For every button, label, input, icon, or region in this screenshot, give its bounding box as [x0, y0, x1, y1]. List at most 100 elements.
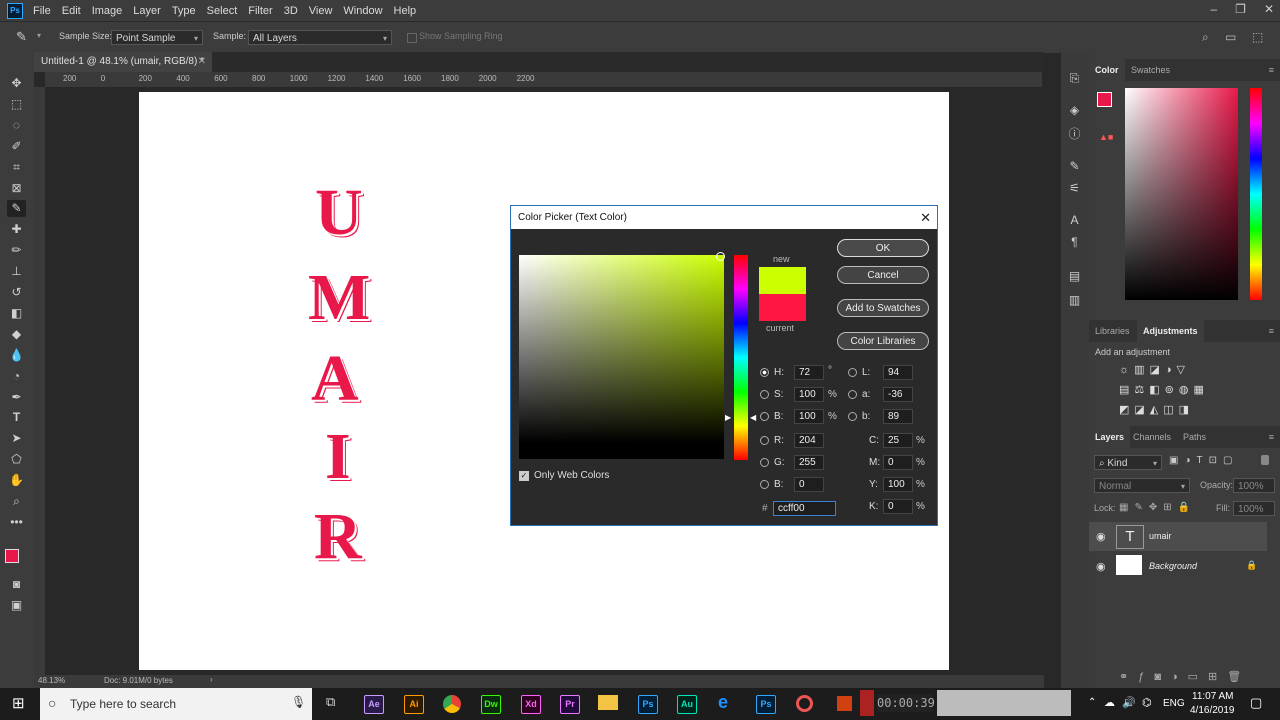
eye-icon[interactable]: ◉ [1096, 530, 1106, 543]
color-field[interactable] [519, 255, 724, 459]
blue-field[interactable]: 0 [794, 477, 824, 492]
document-tab[interactable]: Untitled-1 @ 48.1% (umair, RGB/8) * ✕ [34, 52, 212, 72]
brightness-field[interactable]: 100 [794, 409, 824, 424]
volume-icon[interactable]: 🔊 [1122, 696, 1136, 709]
taskbar-time[interactable]: 11:07 AM [1192, 691, 1234, 702]
show-ring-checkbox[interactable] [407, 33, 417, 43]
pause-record-icon[interactable] [860, 690, 874, 716]
hue-slider[interactable] [1250, 88, 1262, 300]
layer-actions-bar[interactable]: ⚭ƒ◙◑▭⊞🗑 [1119, 670, 1251, 683]
adjustment-icons[interactable]: ☼▥◪◑▽ ▤⚖◧⊚◍▦ ◩◪◭◫◨ [1119, 360, 1249, 420]
tool-presets-icon[interactable]: ⚟ [1065, 180, 1084, 197]
menu-layer[interactable]: Layer [133, 5, 161, 17]
file-explorer-icon[interactable] [598, 695, 618, 710]
sample-size-select[interactable]: Point Sample ▾ [111, 30, 203, 45]
tab-layers[interactable]: Layers [1089, 426, 1131, 448]
menu-view[interactable]: View [309, 5, 333, 17]
b-channel-row[interactable]: b: [848, 409, 870, 425]
a-channel-radio[interactable] [848, 389, 857, 399]
brightness-radio[interactable] [760, 411, 769, 421]
saturation-field[interactable]: 100 [794, 387, 824, 402]
clone-stamp-icon[interactable]: ⊥ [7, 263, 26, 280]
chevron-down-icon[interactable]: ▾ [37, 31, 41, 40]
taskbar-date[interactable]: 4/16/2019 [1190, 705, 1235, 716]
taskbar-app-ps-icon[interactable]: Ps [756, 695, 776, 714]
a-channel-row[interactable]: a: [848, 387, 870, 403]
marquee-tool-icon[interactable]: ⬚ [7, 96, 26, 113]
chevron-up-icon[interactable]: ⌃ [1088, 697, 1096, 708]
hue-radio[interactable] [760, 367, 769, 377]
taskbar-search[interactable]: ○ Type here to search 🎙 [40, 688, 312, 720]
move-tool-icon[interactable]: ✥ [7, 75, 26, 92]
language-indicator[interactable]: ENG [1163, 698, 1185, 709]
frame-tool-icon[interactable]: ⊠ [7, 180, 26, 197]
character-panel-icon[interactable]: A [1065, 212, 1084, 229]
dodge-tool-icon[interactable]: ◔ [7, 368, 26, 385]
blend-mode-select[interactable]: Normal ▾ [1094, 478, 1190, 493]
yellow-field[interactable]: 100 [883, 477, 913, 492]
add-to-swatches-button[interactable]: Add to Swatches [837, 299, 929, 317]
eye-icon[interactable]: ◉ [1096, 560, 1106, 573]
color-field[interactable] [1125, 88, 1238, 300]
magenta-field[interactable]: 0 [883, 455, 913, 470]
panel-menu-icon[interactable]: ≡ [1263, 59, 1280, 81]
tab-libraries[interactable]: Libraries [1089, 320, 1136, 342]
taskbar-app-ae-icon[interactable]: Ae [364, 695, 384, 714]
hue-slider-left-arrow-icon[interactable]: ▶ [725, 413, 731, 422]
saturation-row[interactable]: S: [760, 387, 783, 403]
tab-paths[interactable]: Paths [1177, 426, 1212, 448]
green-field[interactable]: 255 [794, 455, 824, 470]
quick-select-tool-icon[interactable]: ✐ [7, 138, 26, 155]
red-field[interactable]: 204 [794, 433, 824, 448]
healing-brush-icon[interactable]: ✚ [7, 221, 26, 238]
network-icon[interactable]: ⌬ [1142, 696, 1152, 709]
lightness-field[interactable]: 94 [883, 365, 913, 380]
saturation-radio[interactable] [760, 389, 769, 399]
actions-panel-icon[interactable]: ▤ [1065, 268, 1084, 285]
taskbar-app-ai-icon[interactable]: Ai [404, 695, 424, 714]
brush-settings-icon[interactable]: ✎ [1065, 158, 1084, 175]
crop-tool-icon[interactable]: ⌗ [7, 159, 26, 176]
more-tools-icon[interactable]: ••• [7, 514, 26, 531]
taskbar-app-xd-icon[interactable]: Xd [521, 695, 541, 714]
tab-swatches[interactable]: Swatches [1125, 59, 1176, 81]
lightness-row[interactable]: L: [848, 365, 870, 381]
close-icon[interactable]: ✕ [920, 206, 931, 229]
paragraph-panel-icon[interactable]: ¶ [1065, 234, 1084, 251]
eyedropper-icon[interactable]: ✎ [16, 29, 27, 45]
ok-button[interactable]: OK [837, 239, 929, 257]
brightness-row[interactable]: B: [760, 409, 783, 425]
menu-window[interactable]: Window [343, 5, 382, 17]
restore-icon[interactable]: ❐ [1235, 2, 1246, 16]
notes-panel-icon[interactable]: ▥ [1065, 292, 1084, 309]
recorder-icon[interactable] [796, 695, 813, 712]
recorder-controls[interactable] [937, 690, 1071, 716]
menu-type[interactable]: Type [172, 5, 196, 17]
color-libraries-button[interactable]: Color Libraries [837, 332, 929, 350]
cloud-icon[interactable]: ☁ [1104, 696, 1115, 709]
chrome-icon[interactable] [443, 695, 461, 713]
hue-slider[interactable] [734, 255, 748, 460]
menu-image[interactable]: Image [92, 5, 123, 17]
notifications-icon[interactable]: ▢ [1250, 695, 1262, 711]
opacity-input[interactable]: 100% [1233, 478, 1275, 493]
menu-3d[interactable]: 3D [284, 5, 298, 17]
lock-icons[interactable]: ▦✎✥⊞🔒 [1119, 502, 1196, 513]
green-row[interactable]: G: [760, 455, 785, 471]
zoom-level[interactable]: 48.13% [38, 676, 65, 685]
quick-mask-icon[interactable]: ◙ [7, 576, 26, 593]
b-channel-radio[interactable] [848, 411, 857, 421]
menu-select[interactable]: Select [207, 5, 238, 17]
menu-file[interactable]: File [33, 5, 51, 17]
only-web-colors-checkbox[interactable]: ✓ [519, 471, 529, 481]
menu-edit[interactable]: Edit [62, 5, 81, 17]
hue-slider-right-arrow-icon[interactable]: ◀ [750, 413, 756, 422]
sample-select[interactable]: All Layers ▾ [248, 30, 392, 45]
cyan-field[interactable]: 25 [883, 433, 913, 448]
windows-start-icon[interactable]: ⊞ [12, 694, 25, 712]
red-row[interactable]: R: [760, 433, 784, 449]
microphone-icon[interactable]: 🎙 [291, 695, 306, 709]
layer-row-background[interactable]: ◉ Background 🔒 [1089, 552, 1267, 581]
task-view-icon[interactable]: ⧉ [326, 694, 335, 710]
taskbar-app-ps-icon[interactable]: Ps [638, 695, 658, 714]
